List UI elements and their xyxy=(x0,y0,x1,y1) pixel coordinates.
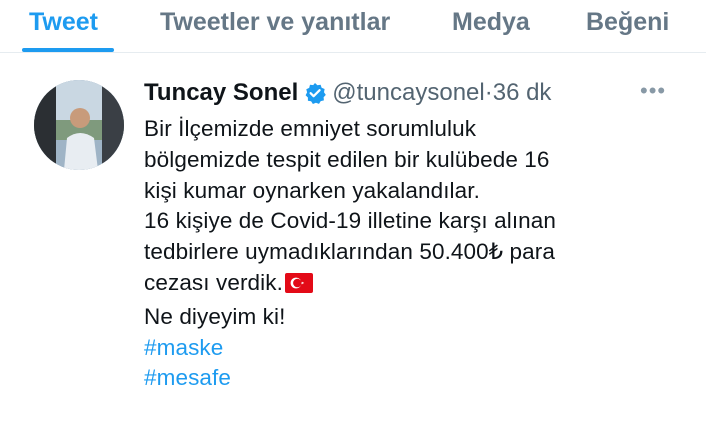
tweet-line: kişi kumar oynarken yakalandılar. xyxy=(144,177,480,203)
tweet-line: Ne diyeyim ki! xyxy=(144,303,286,329)
author-handle[interactable]: @tuncaysonel xyxy=(332,79,484,106)
tweet-line: bölgemizde tespit edilen bir kulübede 16 xyxy=(144,146,550,172)
tweet-line: tedbirlere uymadıklarından 50.400₺ para xyxy=(144,239,555,265)
tweet-line: 16 kişiye de Covid-19 illetine karşı alı… xyxy=(144,208,557,234)
avatar[interactable] xyxy=(34,80,124,170)
tweet-line-with-emoji: cezası verdik. xyxy=(144,268,674,302)
tab-tweets-and-replies[interactable]: Tweetler ve yanıtlar xyxy=(160,8,390,37)
hashtag-link[interactable]: #mesafe xyxy=(144,363,674,394)
author-name[interactable]: Tuncay Sonel xyxy=(144,79,298,106)
turkey-flag-icon xyxy=(284,271,313,302)
active-tab-indicator xyxy=(22,48,114,52)
tab-tweet[interactable]: Tweet xyxy=(29,8,98,37)
tweet-line: cezası verdik. xyxy=(144,269,283,295)
verified-badge-icon xyxy=(304,80,327,114)
tweet-header: Tuncay Sonel @tuncaysonel·36 dk xyxy=(144,76,551,110)
tweet-text: Bir İlçemizde emniyet sorumluluk bölgemi… xyxy=(144,114,674,394)
tab-media[interactable]: Medya xyxy=(452,8,530,37)
more-horizontal-icon[interactable]: ••• xyxy=(640,78,666,104)
tweet-line: Bir İlçemizde emniyet sorumluluk xyxy=(144,116,477,141)
tab-likes[interactable]: Beğeni xyxy=(586,8,669,37)
profile-tabs: Tweet Tweetler ve yanıtlar Medya Beğeni xyxy=(0,0,706,53)
separator-dot: · xyxy=(484,79,493,106)
hashtag-link[interactable]: #maske xyxy=(144,333,674,364)
tweet-timestamp[interactable]: 36 dk xyxy=(493,79,552,106)
